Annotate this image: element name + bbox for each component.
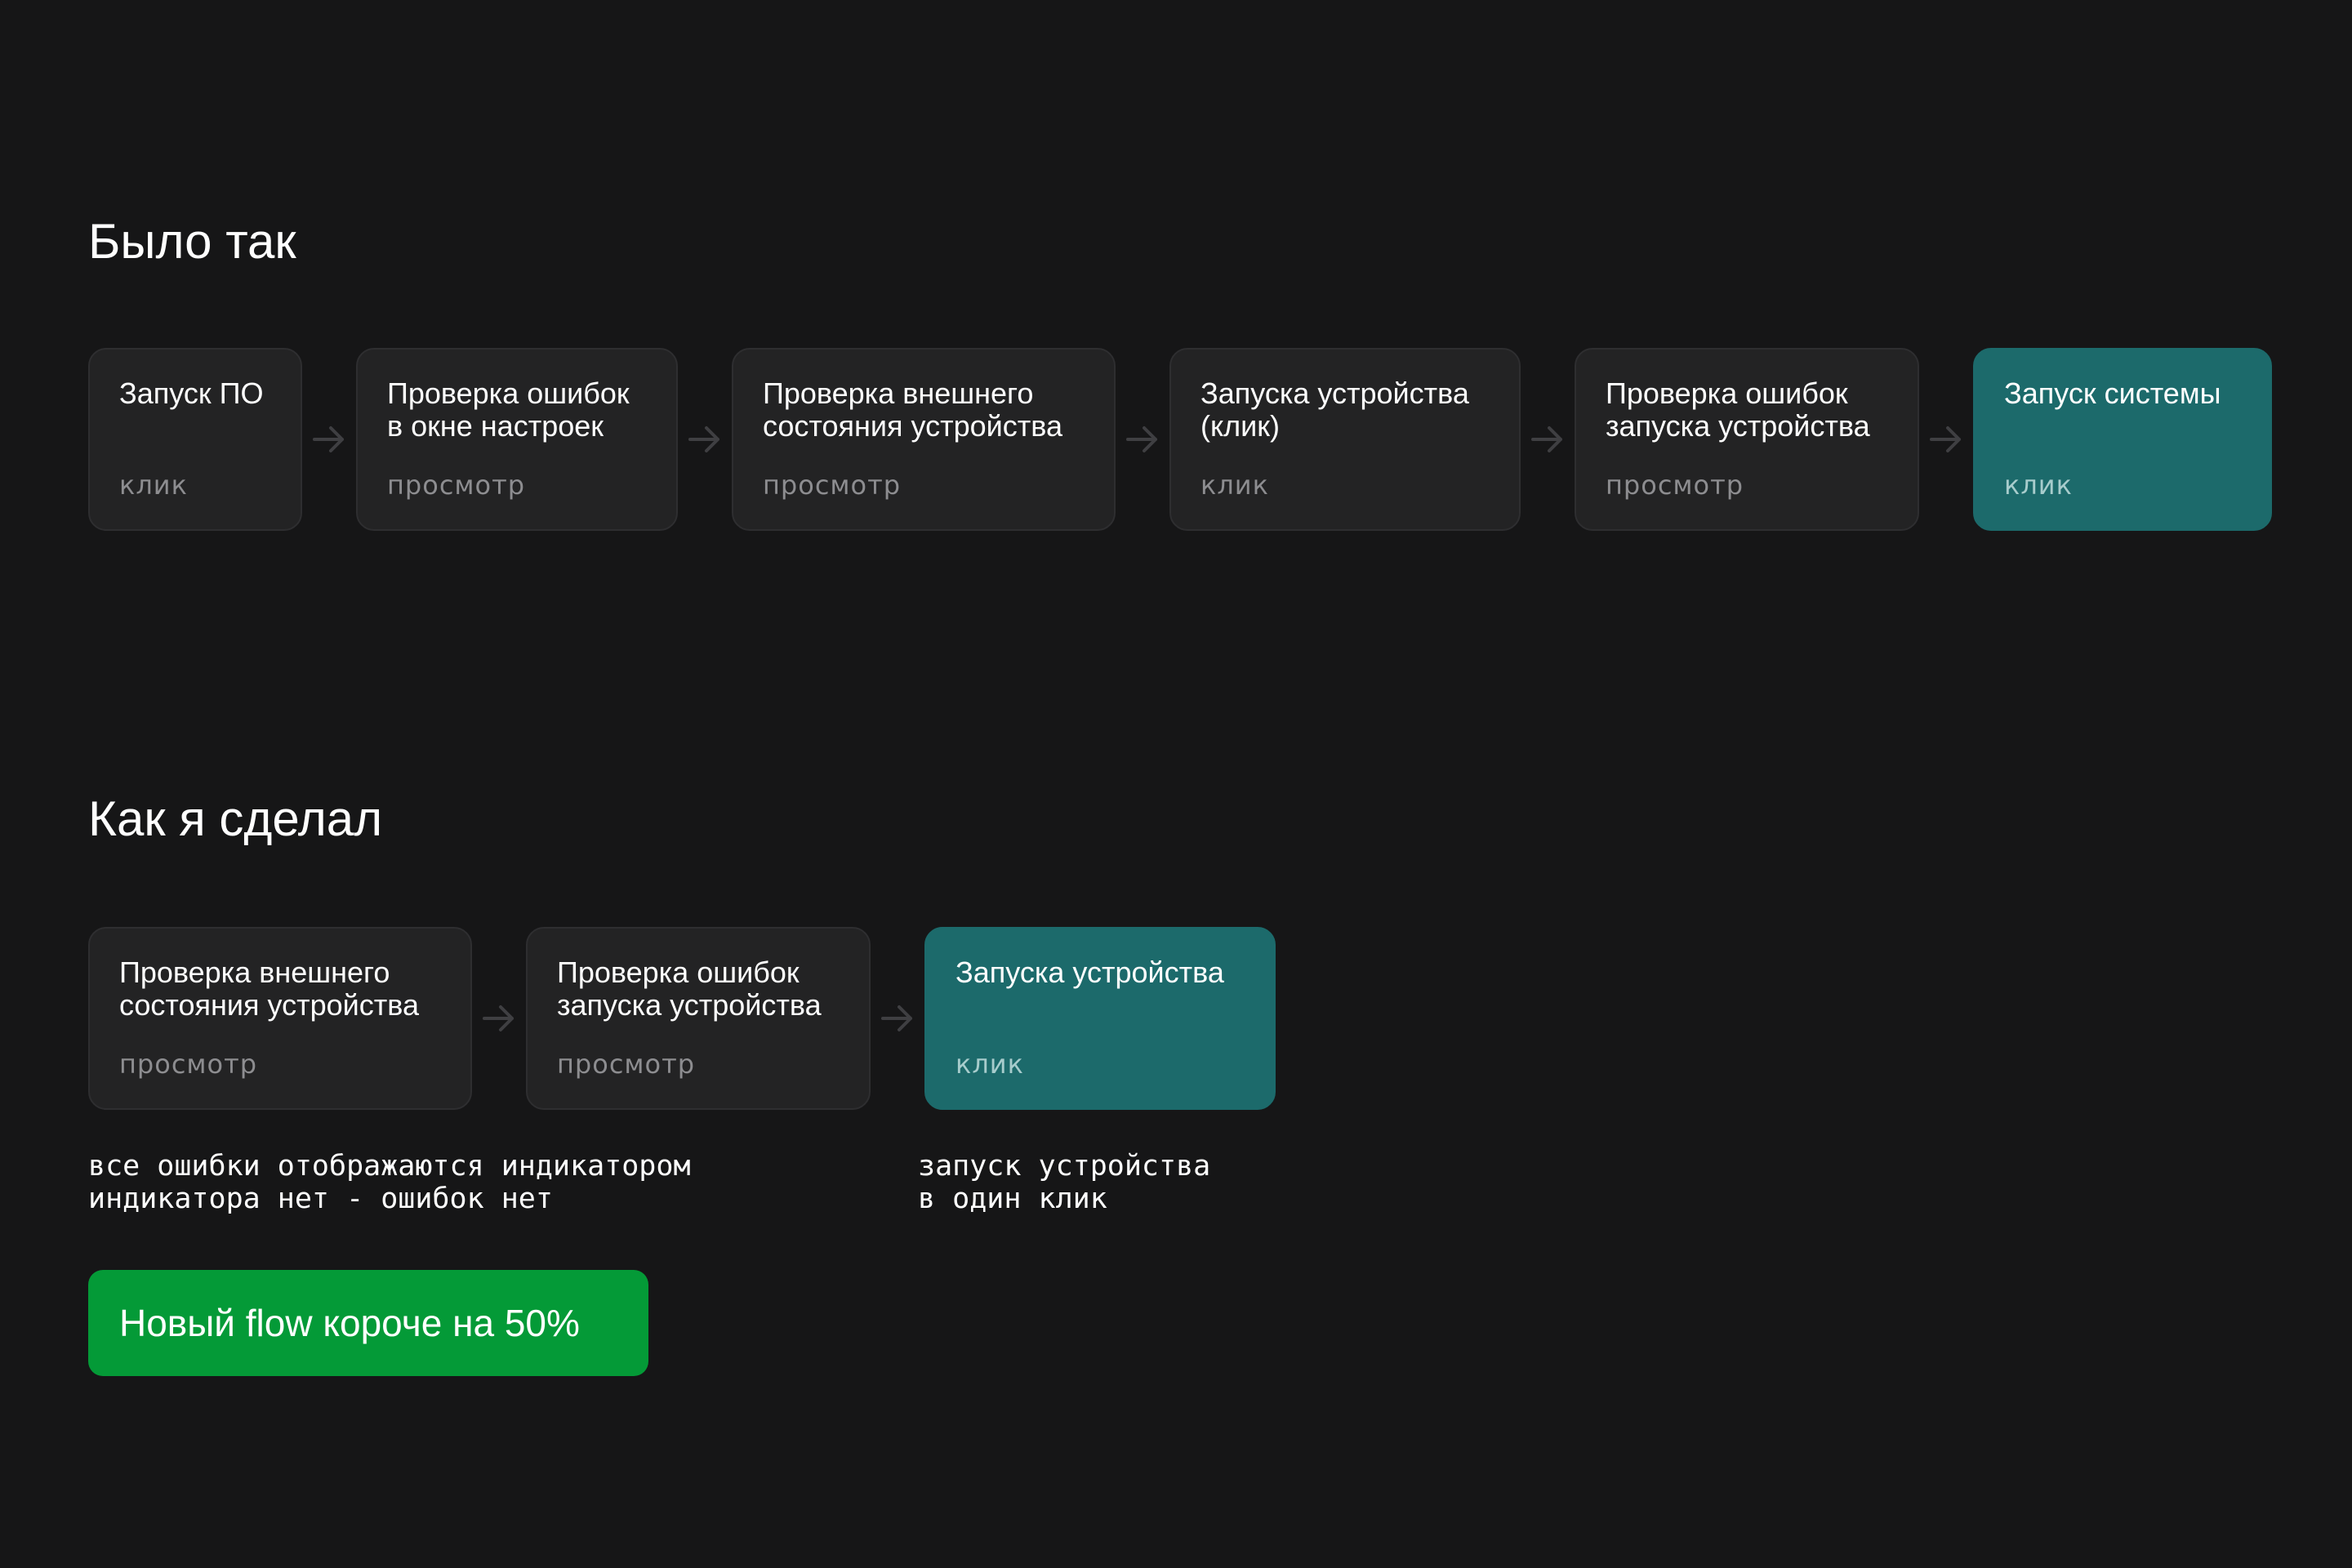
arrow-right-icon (1919, 348, 1973, 531)
arrow-right-icon (1521, 348, 1575, 531)
step-action: клик (1200, 470, 1269, 501)
after-step-2: Проверка ошибок запуска устройства просм… (526, 927, 871, 1110)
arrow-right-icon (1116, 348, 1169, 531)
step-title: Запуска устройства (956, 956, 1224, 989)
step-action: клик (956, 1049, 1024, 1080)
after-section-title: Как я сделал (88, 791, 383, 846)
step-title: Проверка внешнего состояния устройства (119, 956, 419, 1022)
before-flow: Запуск ПО клик Проверка ошибок в окне на… (88, 348, 2272, 531)
step-title: Запуск ПО (119, 376, 264, 410)
errors-indicator-note: все ошибки отображаются индикатором инди… (88, 1150, 691, 1215)
step-title: Проверка ошибок запуска устройства (1606, 376, 1870, 443)
before-step-3: Проверка внешнего состояния устройства п… (732, 348, 1116, 531)
step-title: Запуск системы (2004, 376, 2221, 410)
result-label: Новый flow короче на 50% (119, 1302, 580, 1344)
result-badge: Новый flow короче на 50% (88, 1270, 648, 1376)
arrow-right-icon (302, 348, 356, 531)
before-step-6-final: Запуск системы клик (1973, 348, 2272, 531)
step-title: Проверка ошибок запуска устройства (557, 956, 822, 1022)
step-action: просмотр (763, 470, 902, 501)
step-action: просмотр (1606, 470, 1744, 501)
step-title: Проверка внешнего состояния устройства (763, 376, 1062, 443)
before-step-1: Запуск ПО клик (88, 348, 302, 531)
before-section-title: Было так (88, 214, 296, 269)
one-click-note: запуск устройства в один клик (918, 1150, 1211, 1215)
arrow-right-icon (871, 927, 924, 1110)
step-action: просмотр (557, 1049, 696, 1080)
step-action: клик (119, 470, 188, 501)
step-action: просмотр (119, 1049, 258, 1080)
before-step-5: Проверка ошибок запуска устройства просм… (1575, 348, 1919, 531)
before-step-2: Проверка ошибок в окне настроек просмотр (356, 348, 678, 531)
after-step-1: Проверка внешнего состояния устройства п… (88, 927, 472, 1110)
step-title: Проверка ошибок в окне настроек (387, 376, 630, 443)
after-flow: Проверка внешнего состояния устройства п… (88, 927, 1276, 1110)
step-action: просмотр (387, 470, 526, 501)
after-step-3-final: Запуска устройства клик (924, 927, 1276, 1110)
step-action: клик (2004, 470, 2073, 501)
step-title: Запуска устройства (клик) (1200, 376, 1469, 443)
arrow-right-icon (472, 927, 526, 1110)
arrow-right-icon (678, 348, 732, 531)
before-step-4: Запуска устройства (клик) клик (1169, 348, 1521, 531)
